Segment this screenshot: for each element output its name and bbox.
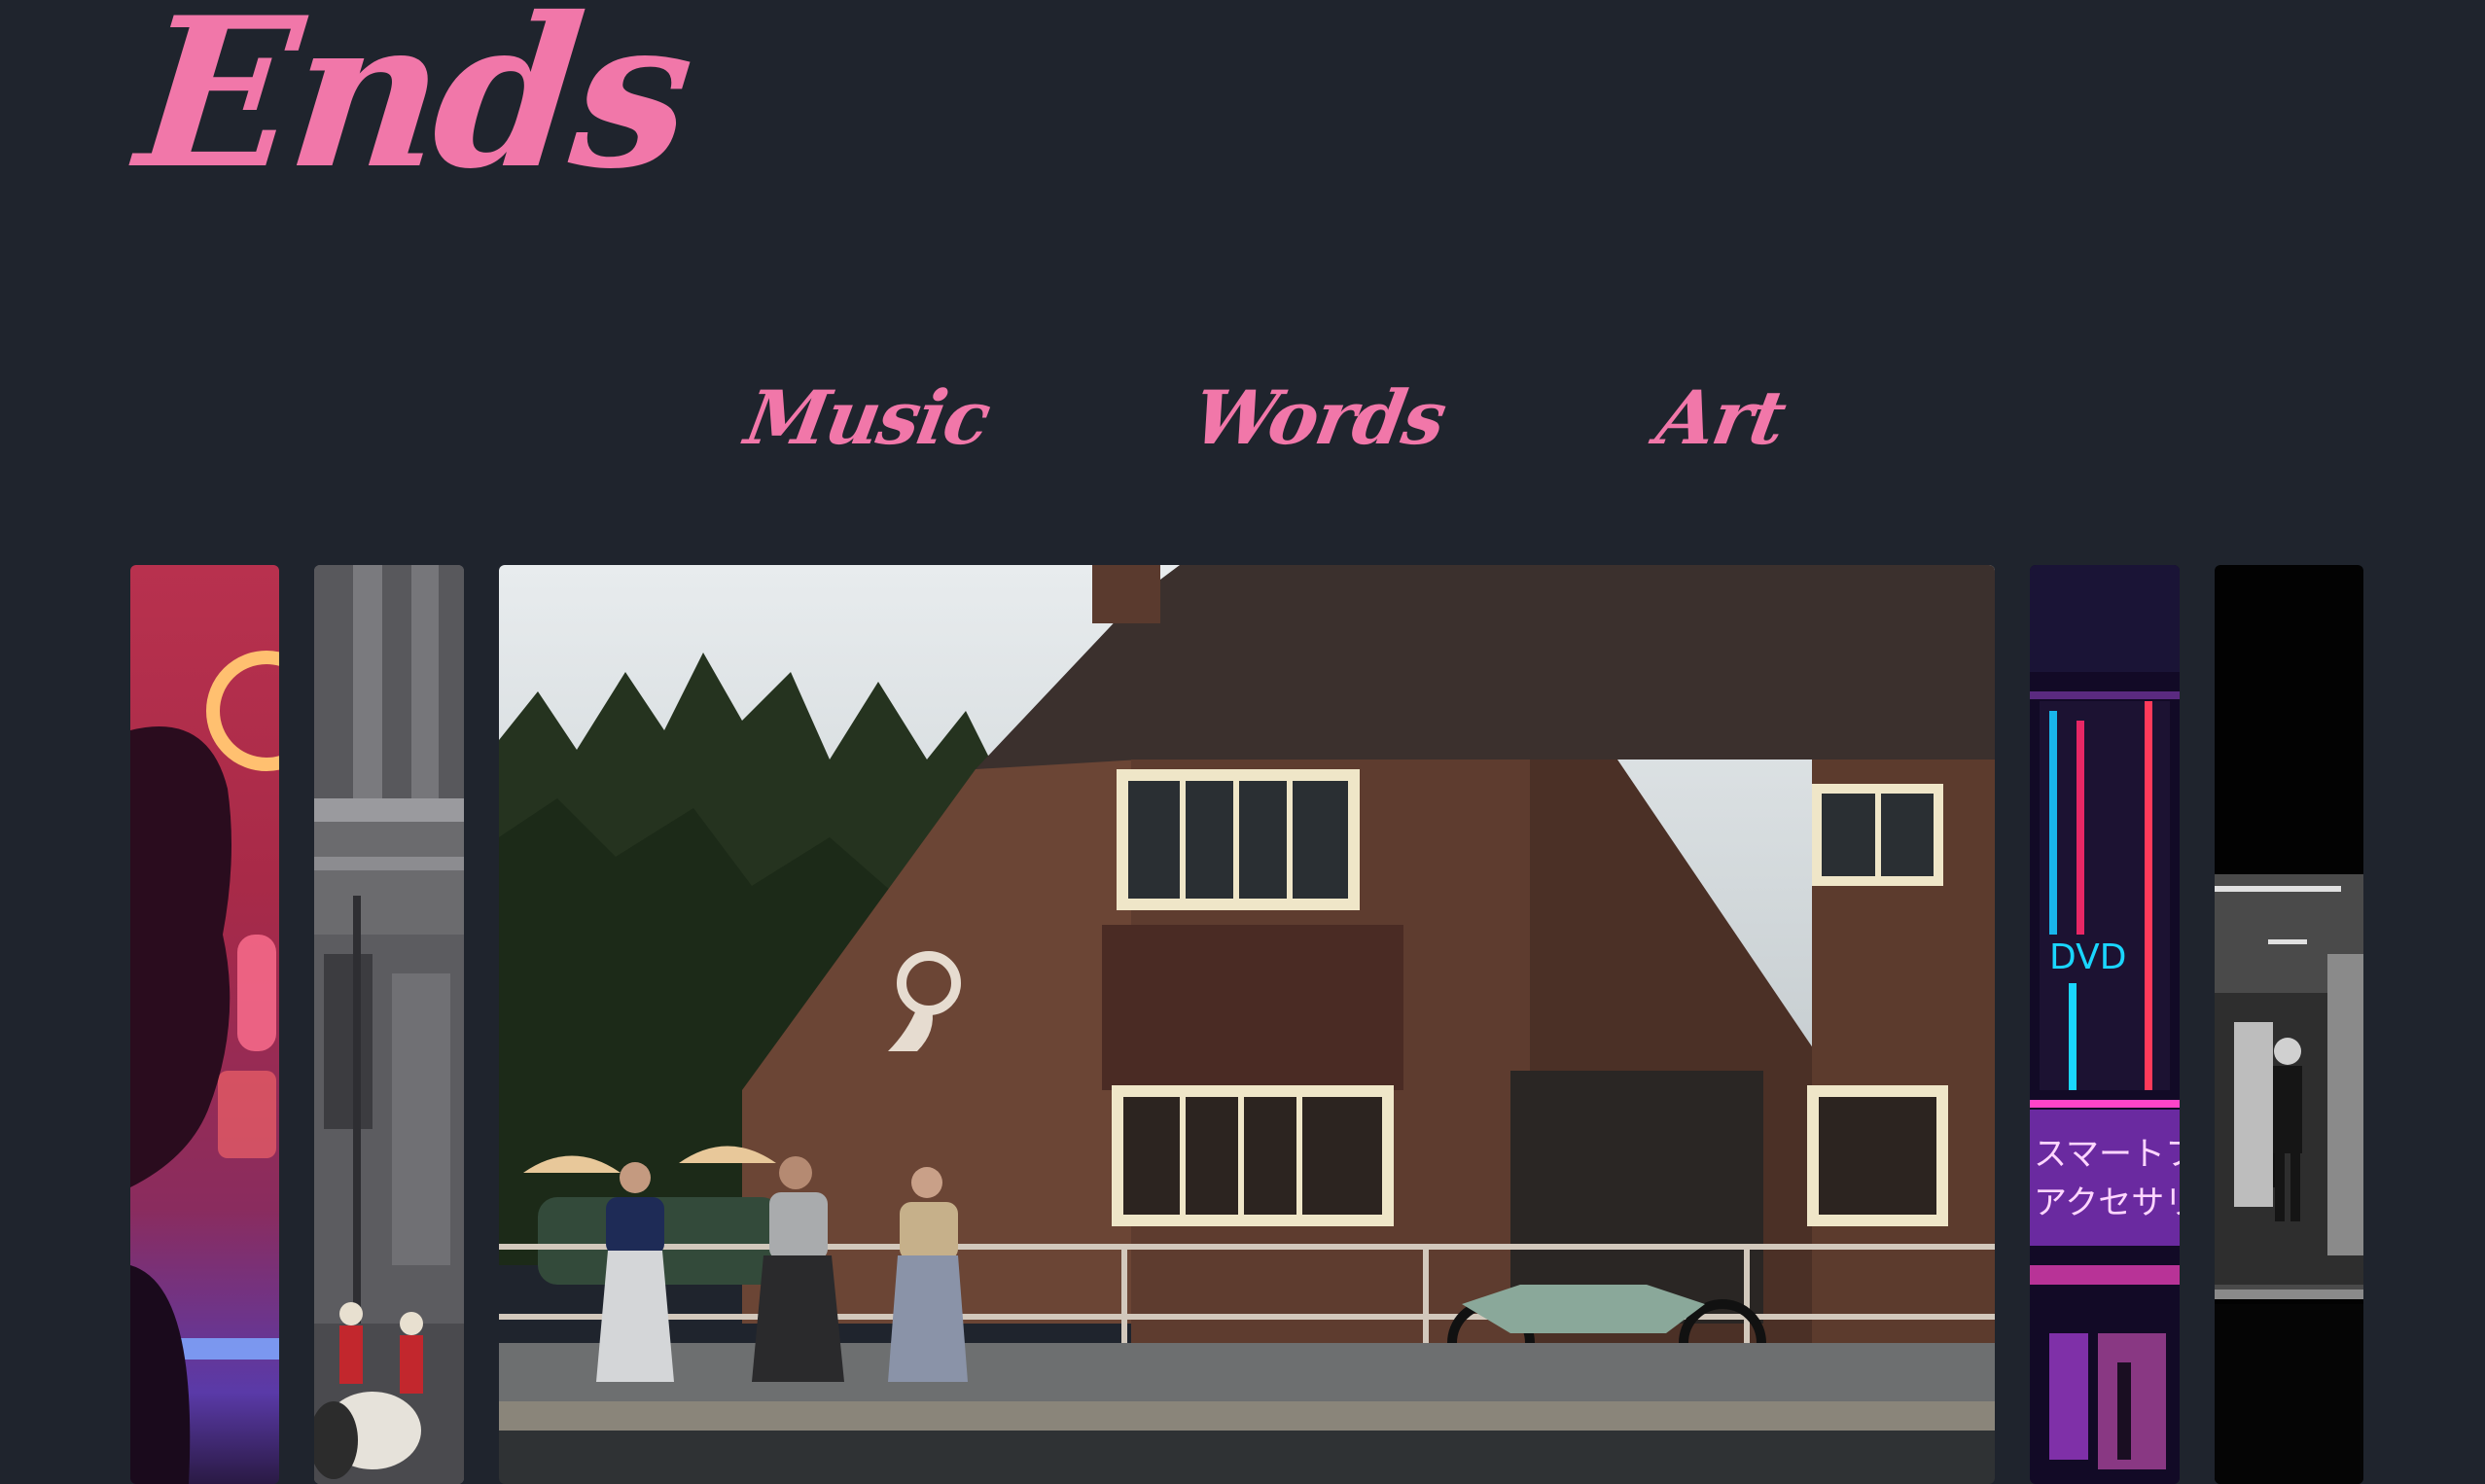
nav-link-art[interactable]: Art (1650, 370, 1792, 467)
nav-link-music[interactable]: Music (738, 370, 996, 467)
neon-signs-photo: DVD スマートフ アクセサリ (2030, 565, 2180, 1484)
palace-guards-photo (314, 565, 464, 1484)
gallery-card-portrait[interactable] (130, 565, 279, 1484)
gallery-card-subway[interactable] (2215, 565, 2363, 1484)
accessory-sign: アクセサリ (2034, 1184, 2180, 1222)
image-gallery: DVD スマートフ アクセサリ (0, 565, 2485, 1484)
dvd-sign: DVD (2049, 937, 2126, 977)
gallery-card-featured[interactable] (499, 565, 1995, 1484)
main-nav: Music Words Art (0, 370, 2485, 467)
smartphone-sign: スマートフ (2034, 1135, 2180, 1174)
gallery-card-neon[interactable]: DVD スマートフ アクセサリ (2030, 565, 2180, 1484)
subway-corridor-photo (2215, 565, 2363, 1484)
pub-street-scene-photo (499, 565, 1995, 1484)
gallery-card-palace[interactable] (314, 565, 464, 1484)
nav-link-words[interactable]: Words (1186, 370, 1451, 467)
portrait-neon-photo (130, 565, 279, 1484)
site-logo[interactable]: Ends (128, 0, 697, 214)
